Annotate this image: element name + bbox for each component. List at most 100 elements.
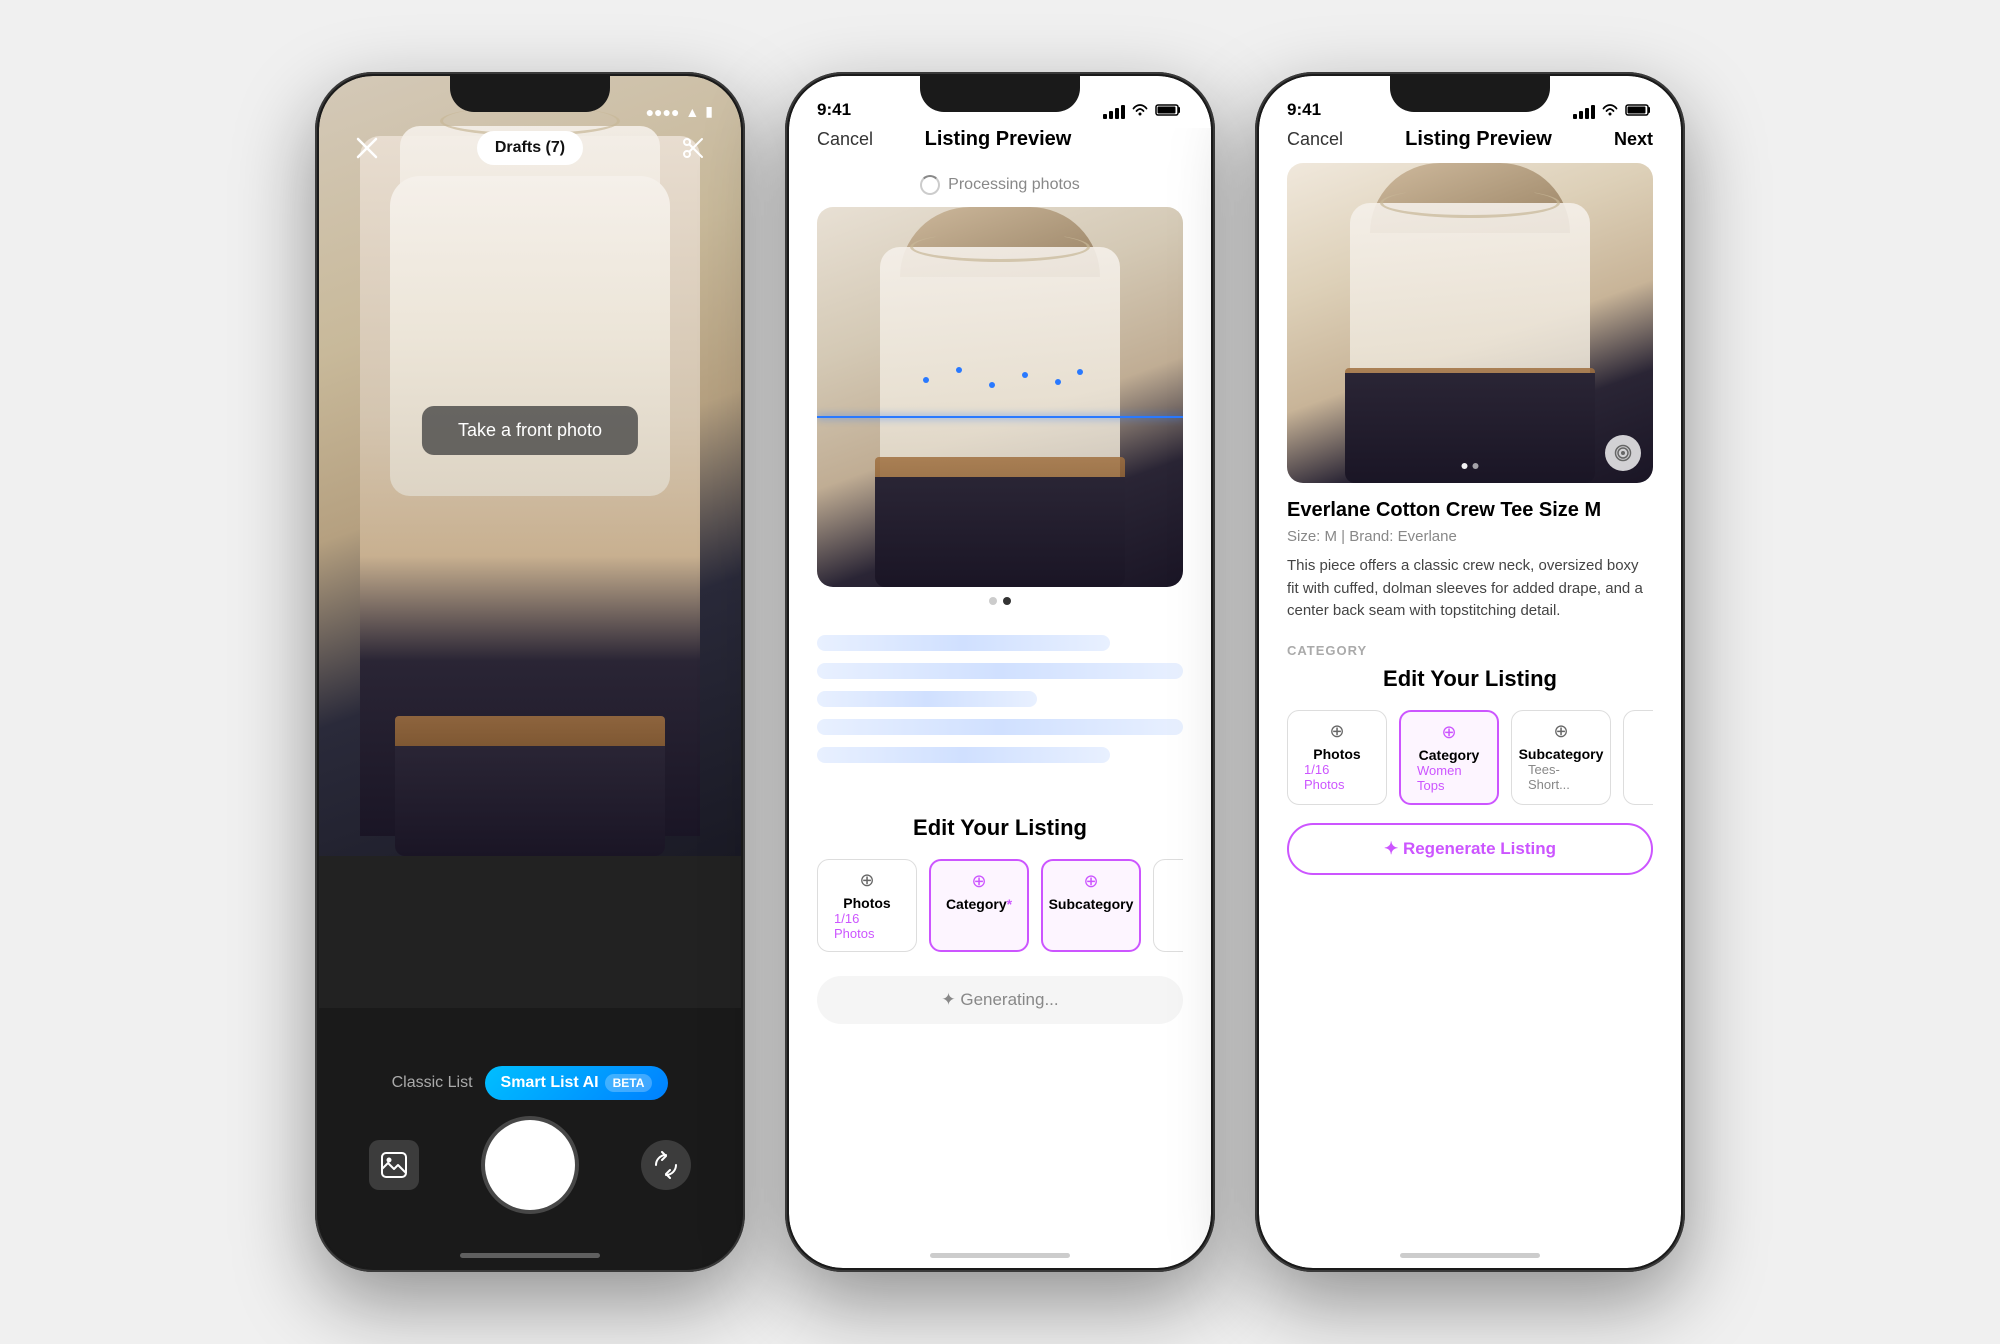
generating-indicator: ✦ Generating...: [817, 976, 1183, 1024]
skeleton-line-5: [817, 747, 1110, 763]
page-title-3: Listing Preview: [1405, 128, 1552, 151]
listing-title: Everlane Cotton Crew Tee Size M: [1287, 499, 1653, 522]
result-photo: [1287, 163, 1653, 483]
home-indicator-3: [1400, 1253, 1540, 1258]
cancel-button-2[interactable]: Cancel: [817, 129, 873, 150]
subcategory-tab-label-2: Subcategory: [1049, 896, 1134, 912]
jeans-overlay: [395, 746, 665, 856]
flip-camera-button[interactable]: [641, 1140, 691, 1190]
home-indicator-1: [460, 1253, 600, 1258]
skeleton-line-4: [817, 719, 1183, 735]
camera-viewfinder: Take a front photo: [319, 76, 741, 856]
category-tab-icon-2: ⊕: [971, 871, 986, 892]
status-icons-2: [1103, 103, 1183, 120]
processing-label: Processing photos: [948, 176, 1080, 194]
close-button[interactable]: [347, 128, 387, 168]
photos-label-3: Photos: [1313, 746, 1360, 762]
phone-processing: 9:41: [785, 72, 1215, 1272]
subcategory-sub-3: Tees- Short...: [1528, 762, 1594, 792]
category-tab-2[interactable]: ⊕ Category*: [929, 859, 1029, 952]
photos-tab-label-2: Photos: [843, 895, 890, 911]
dot-1: [989, 597, 997, 605]
wifi-icon-3: [1601, 103, 1619, 120]
necklace-2: [910, 232, 1090, 262]
necklace-3: [1380, 188, 1560, 218]
photos-tab-icon-2: ⊕: [859, 870, 874, 891]
mode-toggle: Classic List Smart List AI BETA: [392, 1066, 669, 1100]
edit-tabs-3: ⊕ Photos 1/16 Photos ⊕ Category Women To…: [1287, 710, 1653, 813]
nav-bar-2: Cancel Listing Preview: [789, 128, 1211, 163]
drafts-badge[interactable]: Drafts (7): [477, 131, 583, 165]
status-icons-1: ●●●● ▲ ▮: [646, 103, 713, 120]
scan-dots: [890, 367, 1110, 397]
scan-dot: [1022, 372, 1028, 378]
loading-spinner: [920, 175, 940, 195]
classic-list-label[interactable]: Classic List: [392, 1074, 473, 1092]
camera-controls: [319, 1120, 741, 1210]
scan-line: [817, 416, 1183, 418]
beta-badge: BETA: [605, 1074, 653, 1092]
gallery-button[interactable]: [369, 1140, 419, 1190]
scissors-icon[interactable]: [673, 128, 713, 168]
regenerate-button[interactable]: ✦ Regenerate Listing: [1287, 823, 1653, 875]
result-dot-2: [1473, 463, 1479, 469]
home-indicator-2: [930, 1253, 1070, 1258]
status-time-3: 9:41: [1287, 100, 1321, 120]
scan-dot: [923, 377, 929, 383]
status-icons-3: [1573, 103, 1653, 120]
battery-icon-1: ▮: [705, 103, 713, 120]
edit-listing-section-3: Edit Your Listing ⊕ Photos 1/16 Photos ⊕…: [1259, 658, 1681, 813]
subcategory-tab-3[interactable]: ⊕ Subcategory Tees- Short...: [1511, 710, 1611, 805]
edit-tabs-2: ⊕ Photos 1/16 Photos ⊕ Category* ⊕ Subca…: [817, 859, 1183, 960]
result-dot-1: [1462, 463, 1468, 469]
skeleton-loading: [789, 615, 1211, 795]
cancel-button-3[interactable]: Cancel: [1287, 129, 1343, 150]
notch-3: [1390, 76, 1550, 112]
camera-edit-icon[interactable]: [1605, 435, 1641, 471]
signal-icon-2: [1103, 105, 1125, 119]
brand-tab-2[interactable]: B Br...: [1153, 859, 1183, 952]
skeleton-line-3: [817, 691, 1037, 707]
skeleton-line-2: [817, 663, 1183, 679]
photos-tab-sub-2: 1/16 Photos: [834, 911, 900, 941]
category-sub-3: Women Tops: [1417, 763, 1481, 793]
edit-listing-title-2: Edit Your Listing: [817, 815, 1183, 841]
wifi-icon-1: ▲: [685, 104, 699, 120]
subcategory-tab-2[interactable]: ⊕ Subcategory: [1041, 859, 1141, 952]
shutter-button[interactable]: [485, 1120, 575, 1210]
smart-list-button[interactable]: Smart List AI BETA: [485, 1066, 669, 1100]
generating-label: ✦ Generating...: [941, 990, 1058, 1010]
scan-dot: [1055, 379, 1061, 385]
photo-dots-2: [789, 597, 1211, 605]
photos-tab-3[interactable]: ⊕ Photos 1/16 Photos: [1287, 710, 1387, 805]
category-section-label: CATEGORY: [1287, 643, 1653, 658]
photos-tab-2[interactable]: ⊕ Photos 1/16 Photos: [817, 859, 917, 952]
subcategory-label-3: Subcategory: [1519, 746, 1604, 762]
category-tab-3[interactable]: ⊕ Category Women Tops: [1399, 710, 1499, 805]
next-button-3[interactable]: Next: [1614, 129, 1653, 150]
shirt-overlay: [400, 126, 660, 406]
processing-indicator: Processing photos: [789, 163, 1211, 207]
camera-bottom-bar: Classic List Smart List AI BETA: [319, 1008, 741, 1268]
subcategory-icon-3: ⊕: [1553, 721, 1568, 742]
listing-meta: Size: M | Brand: Everlane: [1287, 528, 1653, 545]
notch: [450, 76, 610, 112]
scan-dot: [1077, 369, 1083, 375]
page-title-2: Listing Preview: [925, 128, 1072, 151]
skeleton-line-1: [817, 635, 1110, 651]
brand-tab-3[interactable]: E Br... Ev...: [1623, 710, 1653, 805]
category-label-3: Category: [1419, 747, 1480, 763]
listing-photo-processing: [817, 207, 1183, 587]
jeans-2: [875, 477, 1125, 587]
phone-result: 9:41: [1255, 72, 1685, 1272]
camera-top-bar: Drafts (7): [319, 128, 741, 168]
photos-icon-3: ⊕: [1329, 721, 1344, 742]
scan-dot: [956, 367, 962, 373]
scan-dot: [989, 382, 995, 388]
nav-bar-3: Cancel Listing Preview Next: [1259, 128, 1681, 163]
regenerate-label: ✦ Regenerate Listing: [1384, 839, 1556, 859]
dot-2: [1003, 597, 1011, 605]
battery-icon-3: [1625, 103, 1653, 120]
battery-icon-2: [1155, 103, 1183, 120]
result-photo-dots: [1462, 463, 1479, 469]
